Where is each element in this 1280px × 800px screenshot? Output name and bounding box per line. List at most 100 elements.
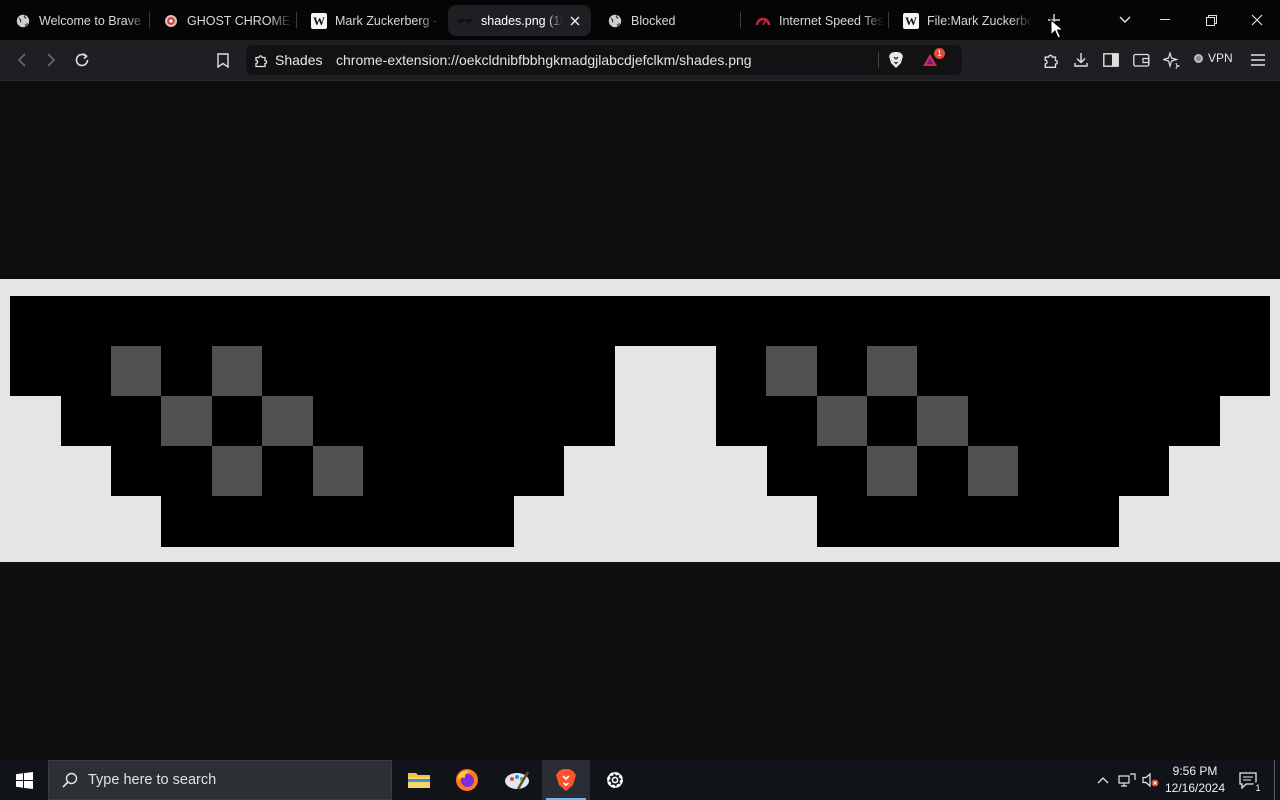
taskbar-search-box[interactable]: Type here to search: [48, 760, 392, 800]
bookmark-button[interactable]: [210, 48, 236, 72]
sparkle-icon: [1162, 51, 1180, 69]
clock-date: 12/16/2024: [1164, 781, 1226, 795]
shades-icon: [457, 13, 473, 29]
wikipedia-icon: W: [311, 12, 327, 29]
restore-icon: [1205, 14, 1217, 26]
taskbar-clock[interactable]: 9:56 PM 12/16/2024: [1160, 763, 1230, 797]
search-placeholder: Type here to search: [88, 772, 217, 788]
main-menu-button[interactable]: [1245, 48, 1271, 72]
bookmark-icon: [217, 52, 229, 68]
address-bar-separator: [878, 52, 879, 68]
brave-browser-icon: [556, 769, 576, 791]
forward-arrow-icon: [47, 53, 56, 67]
search-icon: [62, 772, 78, 788]
firefox-icon: [456, 769, 478, 791]
tab-welcome-to-brave[interactable]: Welcome to Brave: [6, 5, 148, 36]
brave-lion-icon: [889, 52, 903, 68]
brave-rewards-button[interactable]: 1: [922, 48, 945, 75]
tab-blocked[interactable]: Blocked: [598, 5, 736, 36]
reload-icon: [75, 53, 89, 67]
network-status-button[interactable]: [1116, 760, 1138, 800]
vpn-button[interactable]: VPN: [1194, 51, 1233, 65]
brave-globe-icon: [15, 13, 31, 29]
extensions-puzzle-icon: [1044, 54, 1058, 68]
mouse-cursor-icon: [1050, 19, 1064, 39]
close-tab-icon[interactable]: [567, 13, 583, 29]
paint-palette-icon: [505, 771, 530, 790]
sidebar-icon: [1103, 53, 1119, 67]
wikipedia-icon: W: [903, 12, 919, 29]
rewards-badge: 1: [934, 48, 945, 59]
start-button[interactable]: [0, 760, 48, 800]
wallet-button[interactable]: [1128, 48, 1154, 72]
notification-count-badge: 1: [1252, 782, 1264, 794]
forward-button[interactable]: [38, 48, 64, 72]
downloads-button[interactable]: [1068, 48, 1094, 72]
browser-toolbar: Shades chrome-extension://oekcldnibfbbhg…: [0, 40, 1280, 81]
taskbar-brave[interactable]: [542, 760, 590, 800]
taskbar-firefox[interactable]: [443, 760, 491, 800]
reload-button[interactable]: [69, 48, 95, 72]
ghost-extension-icon: [163, 13, 179, 29]
tab-title: Blocked: [631, 13, 676, 28]
hamburger-menu-icon: [1251, 54, 1265, 66]
tab-separator: [149, 12, 150, 28]
minimize-icon: [1160, 19, 1170, 20]
pixel-sunglasses-graphic: [10, 296, 1270, 547]
speedtest-icon: [755, 13, 771, 29]
tab-ghost-chrome-unblocker[interactable]: GHOST CHROME UNBLOCKER: [154, 5, 292, 36]
site-chip-label: Shades: [275, 52, 323, 68]
tab-title: Internet Speed Test: [779, 13, 884, 28]
tab-mark-zuckerberg-wikipedia[interactable]: W Mark Zuckerberg - Wikipedia: [302, 5, 440, 36]
windows-taskbar: Type here to search 9:56 PM 12/16/2024 1: [0, 760, 1280, 800]
speaker-muted-icon: [1142, 772, 1159, 788]
brave-shields-button[interactable]: [888, 51, 904, 74]
close-window-button[interactable]: [1234, 0, 1280, 40]
tab-title: Mark Zuckerberg - Wikipedia: [335, 13, 440, 28]
tab-file-mark-zuckerberg[interactable]: W File:Mark Zuckerberg: [894, 5, 1032, 36]
minimize-button[interactable]: [1142, 0, 1188, 40]
tab-separator: [296, 12, 297, 28]
back-button[interactable]: [9, 48, 35, 72]
taskbar-paint[interactable]: [493, 760, 541, 800]
leo-ai-button[interactable]: [1158, 48, 1184, 72]
show-desktop-button[interactable]: [1274, 760, 1275, 800]
close-icon: [1251, 14, 1263, 26]
tab-strip: Welcome to Brave GHOST CHROME UNBLOCKER …: [0, 0, 1280, 40]
gear-icon: [607, 772, 623, 788]
puzzle-piece-icon: [255, 54, 268, 67]
restore-button[interactable]: [1188, 0, 1234, 40]
folder-icon: [408, 773, 430, 788]
back-arrow-icon: [17, 53, 26, 67]
show-hidden-icons-button[interactable]: [1092, 760, 1114, 800]
network-icon: [1118, 773, 1136, 787]
extensions-button[interactable]: [1038, 48, 1064, 72]
tab-separator: [888, 12, 889, 28]
shades-image[interactable]: [0, 279, 1280, 562]
download-icon: [1074, 53, 1088, 67]
tab-title: shades.png (1000×200): [481, 13, 563, 28]
chevron-down-icon: [1119, 16, 1131, 24]
tab-shades-png[interactable]: shades.png (1000×200): [448, 5, 591, 36]
vpn-label: VPN: [1208, 51, 1233, 65]
taskbar-settings[interactable]: [591, 760, 639, 800]
action-center-button[interactable]: [1234, 760, 1262, 800]
site-info-chip[interactable]: Shades: [254, 51, 322, 69]
sidebar-button[interactable]: [1098, 48, 1124, 72]
tab-title: GHOST CHROME UNBLOCKER: [187, 13, 292, 28]
tab-title: Welcome to Brave: [39, 13, 141, 28]
windows-logo-icon: [15, 771, 33, 789]
url-text[interactable]: chrome-extension://oekcldnibfbbhgkmadgjl…: [336, 52, 752, 68]
clock-time: 9:56 PM: [1172, 764, 1218, 778]
wallet-icon: [1132, 53, 1149, 67]
tab-internet-speed-test[interactable]: Internet Speed Test: [746, 5, 884, 36]
tab-title: File:Mark Zuckerberg: [927, 13, 1032, 28]
address-bar[interactable]: Shades chrome-extension://oekcldnibfbbhg…: [246, 45, 962, 75]
taskbar-file-explorer[interactable]: [395, 760, 443, 800]
volume-button[interactable]: [1140, 760, 1162, 800]
image-viewer: [0, 81, 1280, 760]
vpn-status-icon: [1194, 53, 1203, 63]
chevron-up-icon: [1097, 777, 1109, 784]
tab-separator: [740, 12, 741, 28]
globe-icon: [607, 13, 623, 29]
